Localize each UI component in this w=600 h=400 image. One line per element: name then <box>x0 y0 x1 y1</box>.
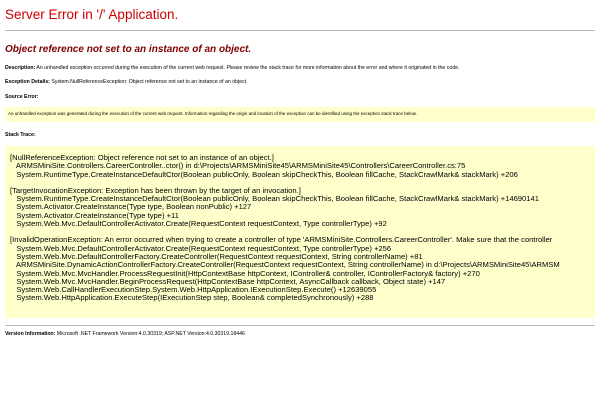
error-page: { "header": { "title": "Server Error in … <box>0 0 600 400</box>
page-content: Server Error in '/' Application. Object … <box>0 0 600 338</box>
error-message: Object reference not set to an instance … <box>5 44 252 55</box>
page-title: Server Error in '/' Application. <box>5 7 179 22</box>
exception-details-text: System.NullReferenceException: Object re… <box>51 79 248 85</box>
footer-divider <box>5 325 595 326</box>
stack-trace-line: System.RuntimeType.CreateInstanceDefault… <box>10 169 518 179</box>
description-label: Description: <box>5 65 36 71</box>
stack-trace-line: System.Web.HttpApplication.ExecuteStep(I… <box>10 293 374 303</box>
error-description: Description: An unhandled exception occu… <box>5 65 595 72</box>
stack-trace-line: System.Web.Mvc.DefaultControllerActivato… <box>10 219 387 229</box>
description-text: An unhandled exception occurred during t… <box>36 65 460 71</box>
version-label: Version Information: <box>5 331 56 337</box>
source-error-text: An unhandled exception was generated dur… <box>8 111 418 116</box>
exception-details-label: Exception Details: <box>5 79 50 85</box>
exception-details: Exception Details: System.NullReferenceE… <box>5 79 595 86</box>
source-error-box: An unhandled exception was generated dur… <box>5 107 595 122</box>
source-error-label: Source Error: <box>5 94 39 100</box>
title-divider <box>5 30 595 31</box>
stack-trace-box[interactable]: [NullReferenceException: Object referenc… <box>5 146 595 318</box>
version-information: Version Information: Microsoft .NET Fram… <box>5 331 595 338</box>
version-text: Microsoft .NET Framework Version:4.0.303… <box>56 331 245 337</box>
stack-trace-label: Stack Trace: <box>5 132 36 138</box>
